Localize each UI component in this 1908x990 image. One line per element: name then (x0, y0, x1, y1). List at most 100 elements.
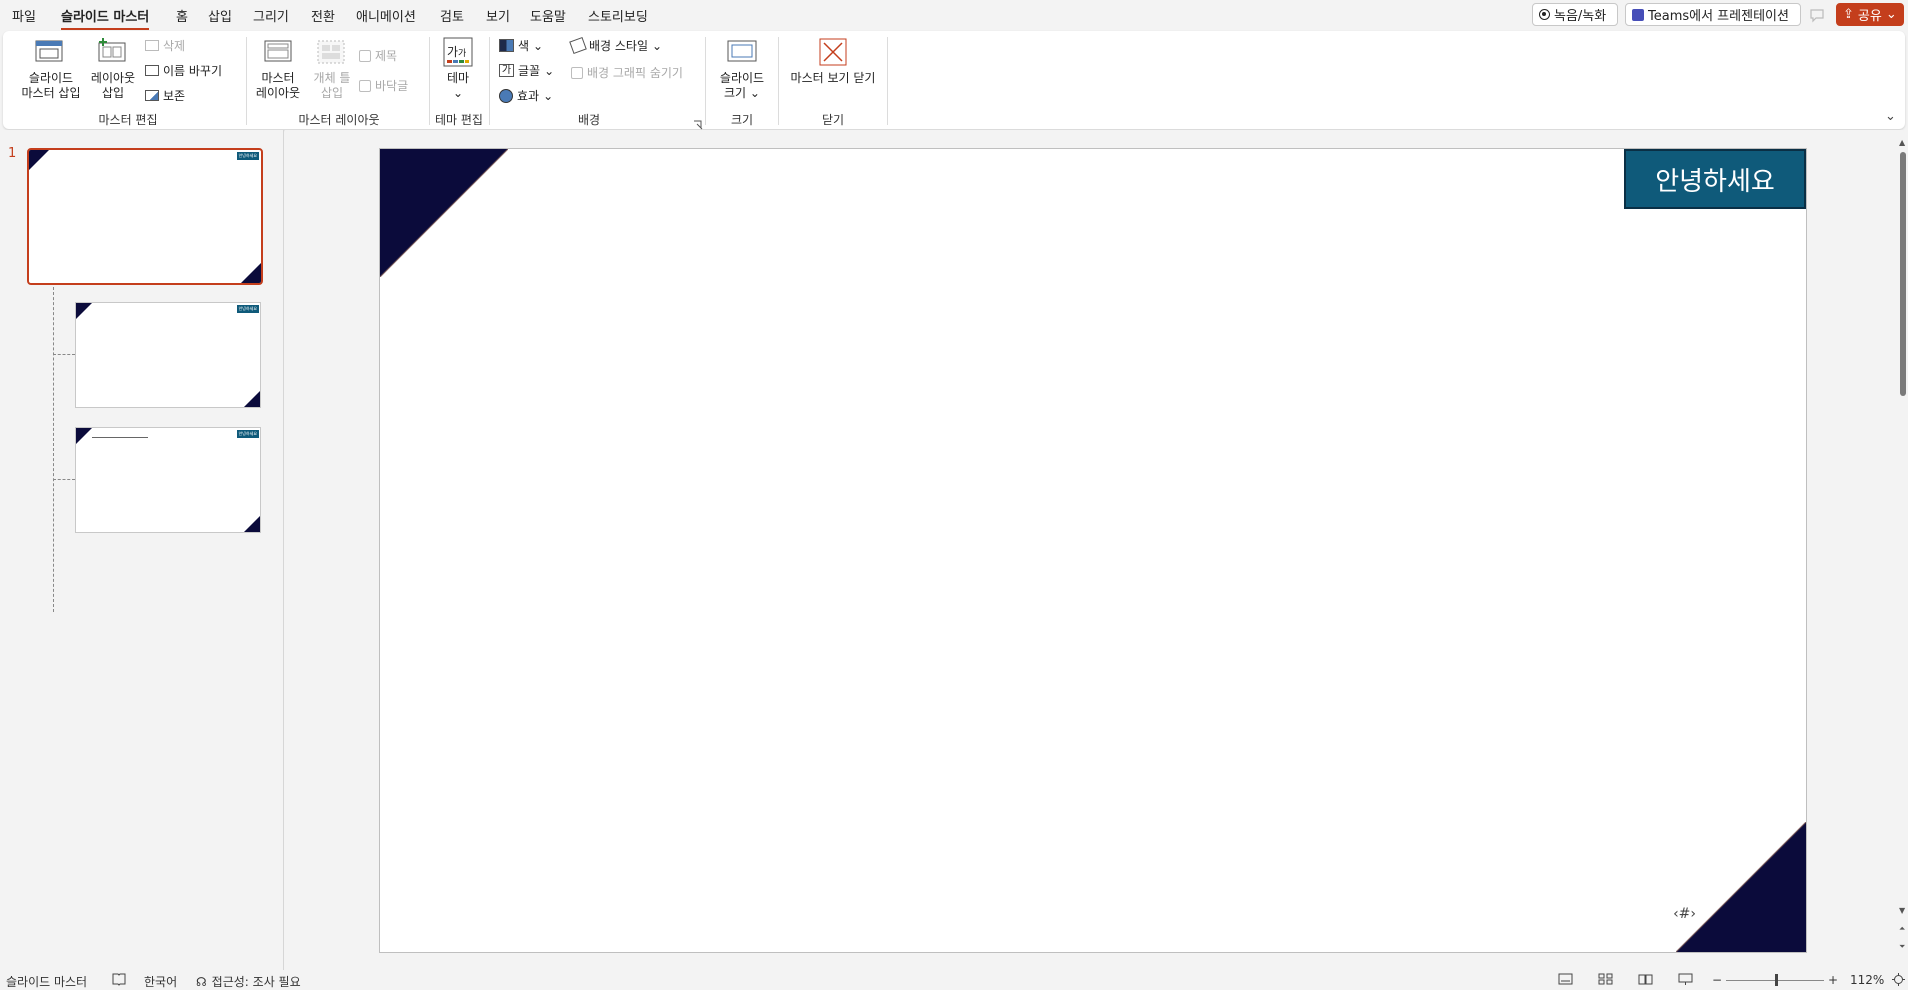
footer-checkbox[interactable]: 바닥글 (359, 77, 408, 94)
status-bar: 슬라이드 마스터 한국어 ☊ 접근성: 조사 필요 − + 112% (0, 970, 1908, 990)
fit-to-window-icon[interactable] (1892, 973, 1905, 986)
effects-button[interactable]: 효과 ⌄ (499, 87, 553, 104)
notes-view-icon[interactable] (1558, 973, 1573, 985)
insert-placeholder-button[interactable]: 개체 틀 삽입 (309, 71, 355, 101)
menu-storyboarding[interactable]: 스토리보딩 (588, 6, 648, 25)
ribbon: 슬라이드 마스터 삽입 레이아웃 삽입 삭제 이름 바꾸기 보존 마스터 편집 … (3, 31, 1905, 130)
close-master-view-icon (819, 38, 847, 70)
checkbox (359, 79, 371, 92)
corner-triangle (244, 391, 260, 407)
corner-triangle (76, 303, 92, 319)
title-checkbox[interactable]: 제목 (359, 47, 397, 64)
hide-background-graphics-checkbox[interactable]: 배경 그래픽 숨기기 (571, 64, 683, 81)
menu-animations[interactable]: 애니메이션 (356, 6, 416, 25)
menu-bar: 파일 슬라이드 마스터 홈 삽입 그리기 전환 애니메이션 검토 보기 도움말 … (0, 0, 1908, 30)
master-layout-button[interactable]: 마스터 레이아웃 (251, 71, 305, 101)
language-label[interactable]: 한국어 (144, 973, 177, 990)
chevron-down-icon: ⌄ (749, 86, 760, 100)
background-styles-button[interactable]: 배경 스타일 ⌄ (569, 36, 662, 55)
svg-text:가: 가 (458, 48, 466, 59)
menu-slide-master[interactable]: 슬라이드 마스터 (61, 6, 150, 30)
preserve-button[interactable]: 보존 (145, 87, 185, 104)
previous-slide-icon[interactable]: ⏶ (1899, 924, 1905, 934)
insert-layout-button[interactable]: 레이아웃 삽입 (85, 71, 141, 101)
rename-icon (145, 65, 159, 76)
theme-icon: 가가 (443, 37, 473, 71)
group-label-master-layout: 마스터 레이아웃 (298, 113, 380, 127)
top-left-corner-triangle (380, 149, 508, 277)
chevron-down-icon: ⌄ (452, 86, 464, 100)
accessibility-icon: ☊ (196, 974, 207, 989)
menu-draw[interactable]: 그리기 (253, 6, 289, 25)
menu-insert[interactable]: 삽입 (208, 6, 232, 25)
group-label-edit-master: 마스터 편집 (98, 113, 158, 127)
view-mode-label: 슬라이드 마스터 (6, 975, 88, 989)
slide-sorter-icon[interactable] (1598, 973, 1613, 985)
svg-text:가: 가 (447, 45, 458, 59)
fonts-icon: 가 (499, 64, 514, 77)
group-label-close: 닫기 (821, 113, 845, 127)
menu-transitions[interactable]: 전환 (311, 6, 335, 25)
chevron-down-icon: ⌄ (544, 63, 555, 78)
insert-slide-master-button[interactable]: 슬라이드 마스터 삽입 (15, 71, 87, 101)
layout-connector (53, 354, 75, 355)
menu-view[interactable]: 보기 (486, 6, 510, 25)
scroll-down-icon[interactable]: ▼ (1899, 906, 1905, 915)
collapse-ribbon-icon[interactable]: ⌄ (1885, 109, 1899, 124)
vertical-scrollbar[interactable]: ▲ ▼ ⏶ ⏷ (1898, 130, 1908, 970)
checkbox (359, 49, 371, 62)
menu-help[interactable]: 도움말 (530, 6, 566, 25)
colors-icon (499, 39, 514, 52)
thumbnail-layout[interactable]: 안녕하세요 (75, 427, 261, 533)
slide-canvas[interactable]: 안녕하세요 ‹#› (379, 148, 1807, 953)
insert-layout-icon (97, 37, 127, 67)
layout-connector (53, 479, 75, 480)
rename-button[interactable]: 이름 바꾸기 (145, 62, 222, 79)
bottom-right-corner-triangle (1676, 822, 1806, 952)
zoom-level[interactable]: 112% (1850, 973, 1884, 987)
present-in-teams-button[interactable]: Teams에서 프레젠테이션 (1625, 3, 1801, 26)
theme-button[interactable]: 테마 ⌄ (435, 71, 481, 101)
record-button[interactable]: 녹음/녹화 (1532, 3, 1618, 26)
menu-home[interactable]: 홈 (176, 6, 188, 25)
record-icon (1539, 9, 1550, 20)
thumbnail-badge: 안녕하세요 (236, 152, 259, 160)
comments-icon[interactable] (1808, 6, 1826, 24)
group-label-size: 크기 (730, 113, 754, 127)
ribbon-separator (887, 37, 888, 125)
chevron-down-icon: ⌄ (543, 88, 554, 103)
reading-view-icon[interactable] (1638, 973, 1653, 985)
thumbnail-layout[interactable]: 안녕하세요 (75, 302, 261, 408)
zoom-slider-handle[interactable] (1775, 974, 1778, 986)
zoom-out-icon[interactable]: − (1712, 973, 1722, 987)
slide-number-placeholder[interactable]: ‹#› (1673, 906, 1696, 922)
close-master-view-button[interactable]: 마스터 보기 닫기 (781, 71, 885, 86)
slide-size-icon (727, 39, 757, 67)
spell-check-icon[interactable] (112, 973, 126, 986)
chevron-down-icon: ⌄ (1885, 7, 1897, 22)
corner-triangle (244, 516, 260, 532)
title-line (92, 437, 148, 438)
group-label-edit-theme: 테마 편집 (435, 113, 483, 127)
slideshow-icon[interactable] (1678, 973, 1693, 986)
corner-triangle (241, 263, 261, 283)
ribbon-separator (705, 37, 706, 125)
scroll-up-icon[interactable]: ▲ (1899, 138, 1905, 147)
insert-placeholder-icon (317, 39, 345, 69)
menu-file[interactable]: 파일 (12, 6, 36, 25)
slide-size-button[interactable]: 슬라이드 크기 ⌄ (707, 71, 777, 101)
zoom-in-icon[interactable]: + (1828, 973, 1838, 987)
teams-icon (1632, 8, 1644, 21)
ribbon-separator (246, 37, 247, 125)
colors-button[interactable]: 색 ⌄ (499, 37, 543, 54)
scrollbar-thumb[interactable] (1900, 152, 1906, 396)
delete-button[interactable]: 삭제 (145, 37, 185, 54)
accessibility-button[interactable]: ☊ 접근성: 조사 필요 (196, 973, 301, 990)
share-button[interactable]: ⇪ 공유 ⌄ (1836, 3, 1904, 26)
next-slide-icon[interactable]: ⏷ (1899, 942, 1905, 952)
menu-review[interactable]: 검토 (440, 6, 464, 25)
greeting-textbox[interactable]: 안녕하세요 (1624, 149, 1806, 209)
fonts-button[interactable]: 가 글꼴 ⌄ (499, 62, 554, 79)
dialog-launcher-icon[interactable] (693, 115, 703, 130)
thumbnail-slide-master[interactable]: 안녕하세요 (27, 148, 263, 285)
